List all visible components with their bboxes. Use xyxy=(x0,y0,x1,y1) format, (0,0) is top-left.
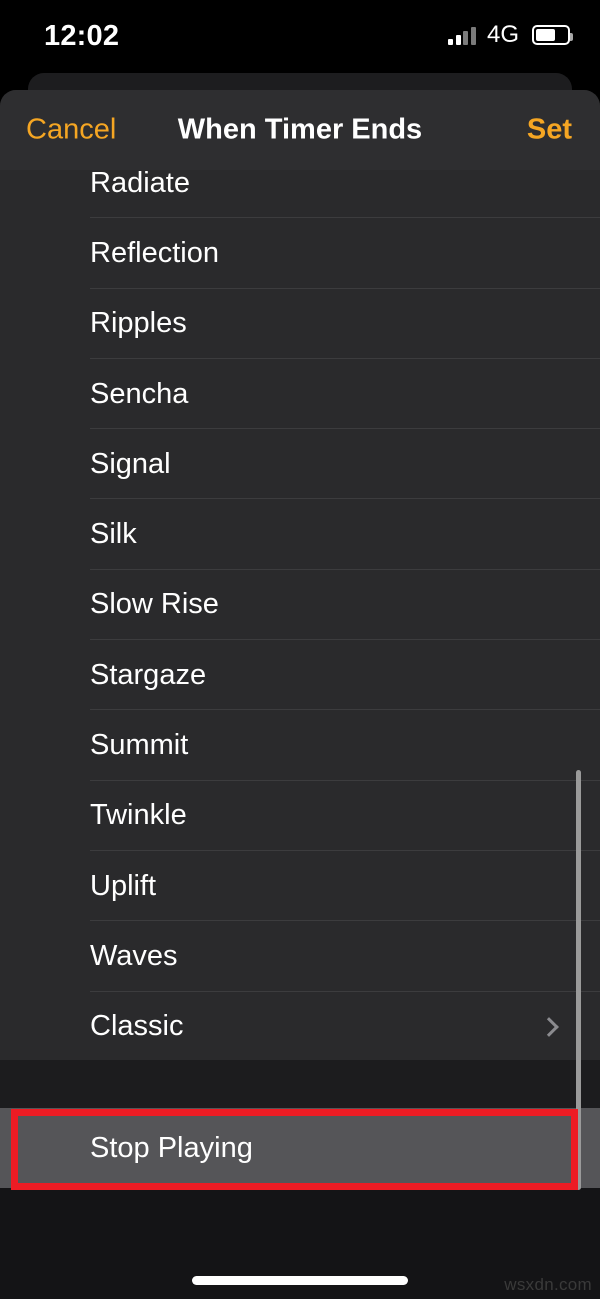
watermark: wsxdn.com xyxy=(504,1275,592,1294)
tone-list-item-label: Twinkle xyxy=(90,799,187,832)
tone-list-item-label: Waves xyxy=(90,939,178,972)
tone-list-item-label: Ripples xyxy=(90,307,187,340)
tone-list-item[interactable]: Sencha xyxy=(0,359,600,430)
tone-list-item-label: Summit xyxy=(90,729,189,762)
tone-list-item-label: Uplift xyxy=(90,869,157,902)
scrollbar-thumb[interactable] xyxy=(576,770,581,1190)
chevron-right-icon xyxy=(539,1016,559,1037)
set-button[interactable]: Set xyxy=(527,114,572,147)
stop-playing-row[interactable]: Stop Playing xyxy=(0,1108,600,1188)
tone-list-item[interactable]: Silk xyxy=(0,499,600,571)
tone-list-item-label: Signal xyxy=(90,447,171,480)
network-type-label: 4G xyxy=(486,21,519,48)
tone-list-item-label: Radiate xyxy=(90,170,190,199)
tone-list-item-label: Stargaze xyxy=(90,658,207,691)
tone-list-item-label: Sencha xyxy=(90,377,189,410)
tone-list-item[interactable]: Reflection xyxy=(0,218,600,289)
battery-icon xyxy=(532,25,573,45)
tone-list-item-label: Silk xyxy=(90,518,137,551)
scrollbar[interactable] xyxy=(576,770,581,1190)
tone-list-item[interactable]: Summit xyxy=(0,710,600,781)
tone-list-item-label: Slow Rise xyxy=(90,588,219,621)
tone-list-inner: Radiate Reflection Ripples Sencha Signal Silk… xyxy=(0,170,600,1060)
tone-list-item-label: Classic xyxy=(90,1010,184,1043)
phone-screen: 12:02 4G Cancel When Timer Ends Set Radi… xyxy=(0,0,600,1299)
sheet-header: Cancel When Timer Ends Set xyxy=(0,90,600,170)
list-section-gap xyxy=(0,1060,600,1108)
status-bar: 12:02 4G xyxy=(0,0,600,72)
tone-list-item[interactable]: Slow Rise xyxy=(0,570,600,641)
tone-list-item[interactable]: Waves xyxy=(0,921,600,992)
tone-list-item[interactable]: Classic xyxy=(0,992,600,1060)
tone-list[interactable]: Radiate Reflection Ripples Sencha Signal Silk… xyxy=(0,170,600,1060)
tone-list-item[interactable]: Uplift xyxy=(0,851,600,922)
cellular-signal-icon xyxy=(448,26,476,45)
tone-list-item[interactable]: Twinkle xyxy=(0,781,600,852)
tone-list-item-label: Reflection xyxy=(90,236,219,269)
status-bar-time: 12:02 xyxy=(44,20,120,52)
when-timer-ends-sheet: Cancel When Timer Ends Set Radiate Reflec… xyxy=(0,90,600,1299)
stop-playing-label: Stop Playing xyxy=(90,1131,253,1164)
tone-list-item[interactable]: Stargaze xyxy=(0,640,600,711)
status-bar-indicators: 4G xyxy=(448,21,573,49)
page-title: When Timer Ends xyxy=(177,113,423,146)
home-indicator[interactable] xyxy=(192,1276,408,1285)
tone-list-item[interactable]: Radiate xyxy=(0,170,600,219)
tone-list-item[interactable]: Ripples xyxy=(0,289,600,360)
tone-list-item[interactable]: Signal xyxy=(0,429,600,500)
